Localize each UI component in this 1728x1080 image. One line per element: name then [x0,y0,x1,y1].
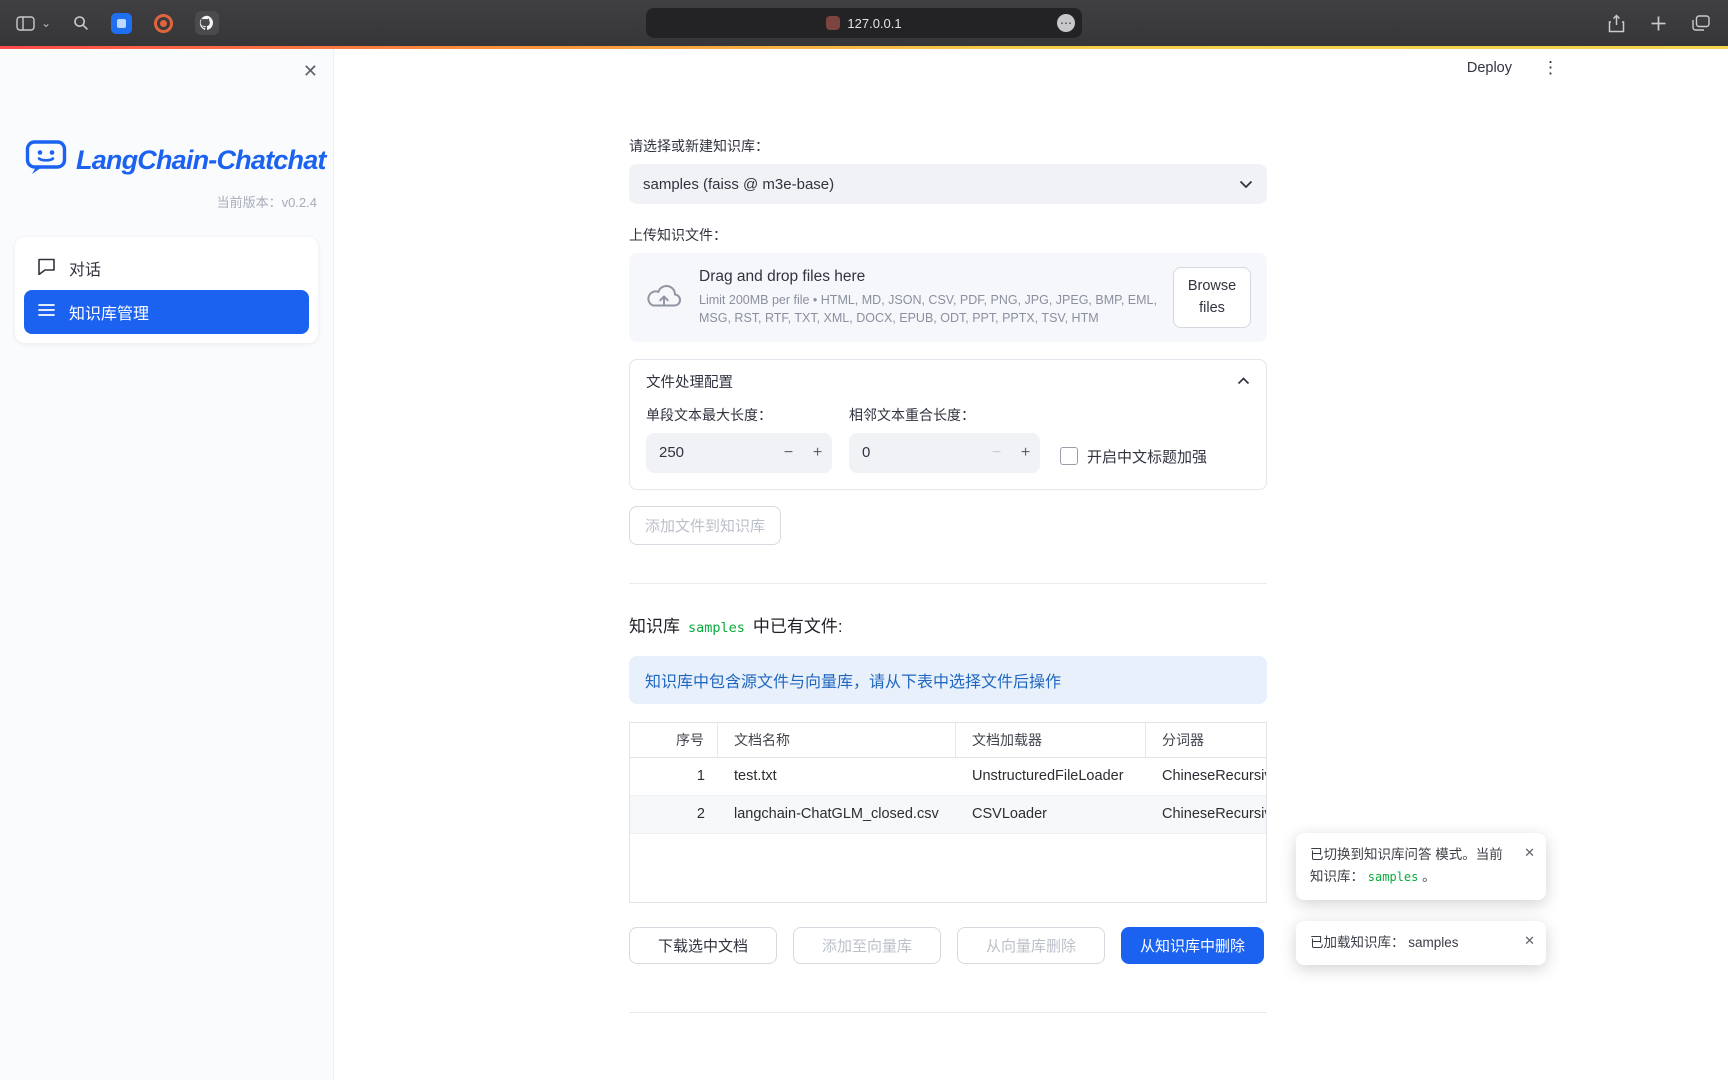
sidebar-item-chat[interactable]: 对话 [24,246,309,290]
add-to-vector-store-button[interactable]: 添加至向量库 [793,927,941,964]
heading-suffix: 中已有文件: [753,612,843,637]
logo-chat-icon [25,139,67,182]
heading-prefix: 知识库 [629,612,680,637]
chevron-down-icon[interactable]: ⌄ [41,17,51,29]
table-actions: 下载选中文档 添加至向量库 从向量库删除 从知识库中删除 [629,927,1267,964]
title-enhance-label: 开启中文标题加强 [1087,446,1207,467]
close-icon[interactable]: ✕ [1524,842,1535,863]
search-icon[interactable] [73,15,89,31]
decrement-button[interactable]: − [982,444,1011,462]
cell-splitter[interactable]: ChineseRecursiveT [1146,796,1266,833]
decrement-button[interactable]: − [774,444,803,462]
url-text: 127.0.0.1 [847,16,901,31]
expander-header[interactable]: 文件处理配置 [630,360,1266,403]
toast-kb-loaded: 已加载知识库： samples ✕ [1296,921,1546,965]
tab-overview-icon[interactable] [1692,15,1710,31]
max-length-field: 单段文本最大长度： 250 − + [646,405,832,473]
table-header-row: 序号 文档名称 文档加载器 分词器 [630,723,1266,758]
kebab-menu-icon[interactable]: ⋮ [1542,58,1560,78]
kb-select-label: 请选择或新建知识库： [629,136,1267,156]
overlap-field: 相邻文本重合长度： 0 − + [849,405,1040,473]
sidebar-item-knowledge-base[interactable]: 知识库管理 [24,290,309,334]
overlap-value[interactable]: 0 [849,444,982,461]
cell-index[interactable]: 1 [630,758,718,795]
kb-name-code: samples [688,620,745,636]
cell-index[interactable]: 2 [630,796,718,833]
app-icon-blue[interactable] [111,13,132,34]
toast-kb-code: samples [1368,870,1419,884]
table-empty-area [630,834,1266,902]
dropzone-limit-text: Limit 200MB per file • HTML, MD, JSON, C… [699,291,1157,327]
max-length-input[interactable]: 250 − + [646,433,832,473]
cell-doc-name[interactable]: langchain-ChatGLM_closed.csv [718,796,956,833]
cell-loader[interactable]: UnstructuredFileLoader [956,758,1146,795]
logo-text: LangChain-Chatchat [76,145,326,176]
table-row[interactable]: 1 test.txt UnstructuredFileLoader Chines… [630,758,1266,796]
existing-files-heading: 知识库 samples 中已有文件: [629,612,1267,637]
divider [629,583,1267,584]
chevron-down-icon [1239,176,1253,193]
sidebar-nav: 对话 知识库管理 [15,237,318,343]
title-enhance-option[interactable]: 开启中文标题加强 [1060,446,1207,467]
sidebar-item-label: 知识库管理 [69,300,149,324]
overlap-input[interactable]: 0 − + [849,433,1040,473]
col-header-doc-name[interactable]: 文档名称 [718,723,956,757]
title-enhance-checkbox[interactable] [1060,447,1078,465]
toast-tail: 。 [1422,869,1436,884]
delete-from-kb-button[interactable]: 从知识库中删除 [1121,927,1264,964]
delete-from-vector-store-button[interactable]: 从向量库删除 [957,927,1105,964]
logo: LangChain-Chatchat [25,139,333,182]
download-selected-button[interactable]: 下载选中文档 [629,927,777,964]
col-header-index[interactable]: 序号 [630,723,718,757]
col-header-splitter[interactable]: 分词器 [1146,723,1266,757]
new-tab-icon[interactable] [1651,16,1666,31]
cell-doc-name[interactable]: test.txt [718,758,956,795]
app-icon-orange[interactable] [154,14,173,33]
max-length-label: 单段文本最大长度： [646,405,832,425]
chevron-up-icon [1237,373,1250,389]
expander-title: 文件处理配置 [646,371,1237,392]
kb-select-value: samples (faiss @ m3e-base) [643,176,1239,193]
sidebar-item-label: 对话 [69,256,101,280]
max-length-value[interactable]: 250 [646,444,774,461]
dropzone-title: Drag and drop files here [699,268,1157,286]
table-row[interactable]: 2 langchain-ChatGLM_closed.csv CSVLoader… [630,796,1266,834]
list-icon [37,302,56,323]
file-config-expander: 文件处理配置 单段文本最大长度： 250 − + 相邻文本重合长度： [629,359,1267,490]
content-column: 请选择或新建知识库： samples (faiss @ m3e-base) 上传… [629,136,1267,1013]
toast-stack: 已切换到知识库问答 模式。当前知识库： samples 。 ✕ 已加载知识库： … [1296,833,1546,965]
file-dropzone[interactable]: Drag and drop files here Limit 200MB per… [629,253,1267,342]
files-table[interactable]: 序号 文档名称 文档加载器 分词器 1 test.txt Unstructure… [629,722,1267,903]
cell-splitter[interactable]: ChineseRecursiveT [1146,758,1266,795]
address-bar[interactable]: 127.0.0.1 ⋯ [646,8,1082,38]
chat-bubble-icon [37,257,56,280]
upload-label: 上传知识文件： [629,225,1267,245]
deploy-button[interactable]: Deploy [1467,60,1512,76]
sidebar-toggle-icon[interactable] [16,16,35,31]
github-icon[interactable] [195,11,219,35]
kb-selectbox[interactable]: samples (faiss @ m3e-base) [629,164,1267,204]
overlap-label: 相邻文本重合长度： [849,405,1040,425]
site-favicon-icon [826,16,840,30]
toast-text: 已加载知识库： samples [1310,935,1459,950]
browse-files-button[interactable]: Browse files [1173,267,1251,328]
info-alert: 知识库中包含源文件与向量库，请从下表中选择文件后操作 [629,656,1267,704]
divider [629,1012,1267,1013]
increment-button[interactable]: + [1011,444,1040,462]
cloud-upload-icon [645,280,683,315]
share-icon[interactable] [1608,14,1625,33]
increment-button[interactable]: + [803,444,832,462]
add-files-to-kb-button[interactable]: 添加文件到知识库 [629,506,781,545]
sidebar: ✕ LangChain-Chatchat 当前版本：v0.2.4 对话 [0,49,334,1080]
sidebar-close-icon[interactable]: ✕ [303,61,318,82]
col-header-loader[interactable]: 文档加载器 [956,723,1146,757]
reader-options-icon[interactable]: ⋯ [1057,14,1075,32]
cell-loader[interactable]: CSVLoader [956,796,1146,833]
close-icon[interactable]: ✕ [1524,930,1535,951]
browser-toolbar: ⌄ 127.0.0.1 ⋯ [0,0,1728,46]
version-label: 当前版本：v0.2.4 [0,192,317,211]
toast-mode-switched: 已切换到知识库问答 模式。当前知识库： samples 。 ✕ [1296,833,1546,900]
